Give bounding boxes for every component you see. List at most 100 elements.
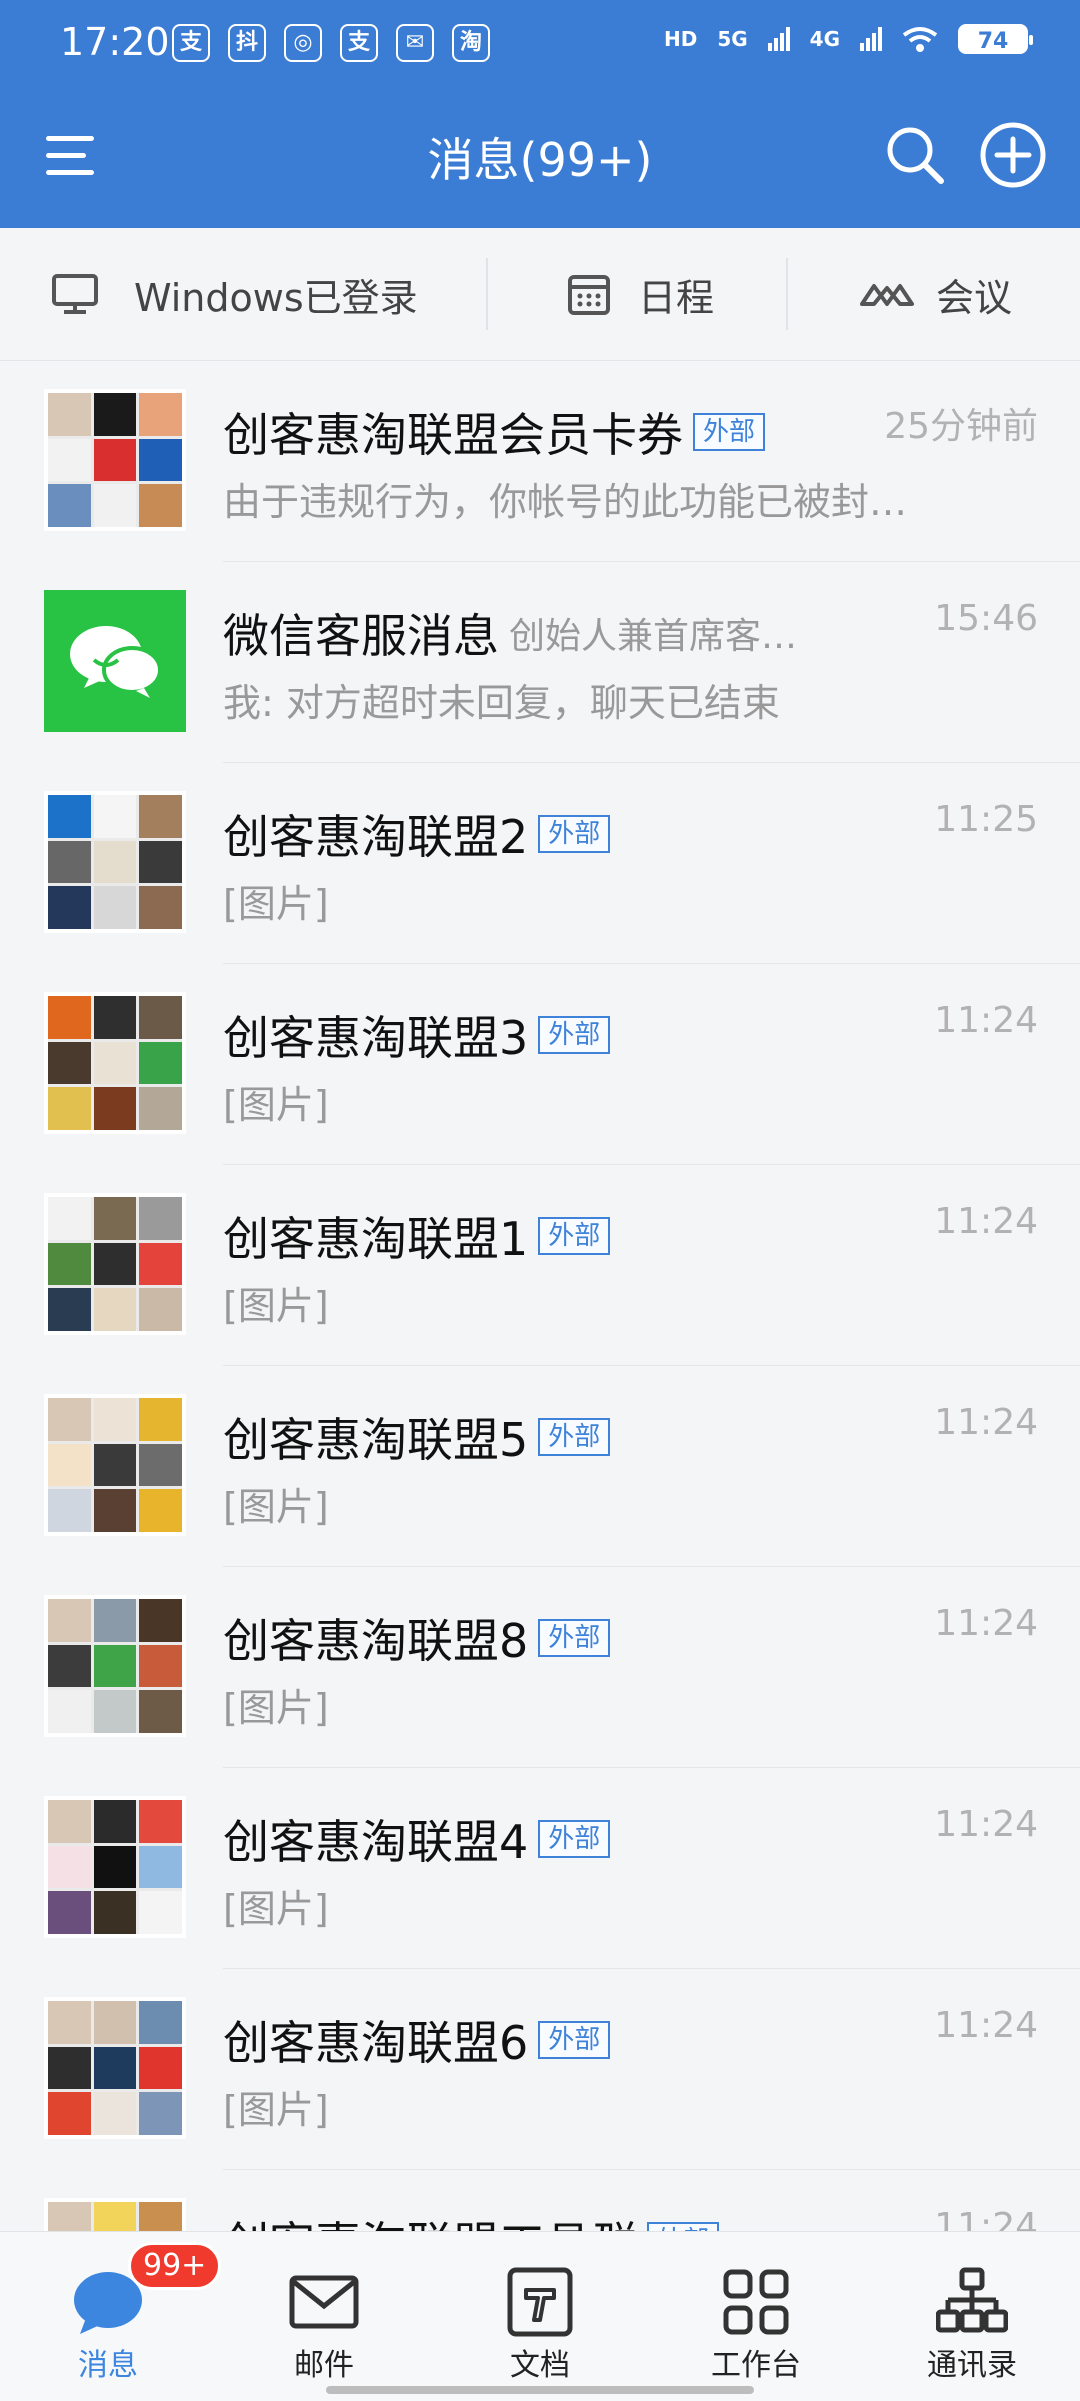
list-item[interactable]: 创客惠淘联盟4 外部 11:24 [图片] [0,1768,1080,1969]
camera-app-icon: ◎ [284,24,322,62]
monitor-icon [52,274,98,314]
message-title-row: 创客惠淘联盟5 外部 [223,1404,1003,1470]
group-avatar [44,1595,186,1737]
nav-label: 通讯录 [927,2348,1017,2383]
meeting-button[interactable]: 会议 [858,254,1012,334]
bottom-nav: 99+ 消息 邮件 文档 工作台 通讯录 [0,2231,1080,2401]
conversation-title: 创客惠淘联盟5 [223,1413,529,1467]
message-preview: [图片] [223,1284,329,1328]
quick-actions-bar: Windows已登录 日程 会议 [0,228,1080,361]
external-tag: 外部 [538,1619,611,1657]
message-time: 11:24 [934,1000,1038,1041]
group-avatar [44,389,186,531]
message-title-row: 创客惠淘联盟1 外部 [223,1203,1003,1269]
list-item[interactable]: 创客惠淘联盟3 外部 11:24 [图片] [0,964,1080,1165]
message-title-row: 创客惠淘联盟3 外部 [223,1002,1003,1068]
divider [486,258,488,330]
add-icon[interactable] [974,116,1052,194]
message-title-row: 微信客服消息 创始人兼首席客… [223,600,1003,666]
signal-icon [767,27,790,51]
external-tag: 外部 [538,1217,611,1255]
nav-label: 文档 [510,2348,570,2383]
list-item[interactable]: 创客惠淘联盟5 外部 11:24 [图片] [0,1366,1080,1567]
message-time: 15:46 [934,598,1038,639]
wechat-avatar [44,590,186,732]
message-preview: [图片] [223,1887,329,1931]
external-tag: 外部 [538,1418,611,1456]
schedule-button[interactable]: 日程 [566,254,714,334]
group-avatar [44,2198,186,2231]
message-title-row: 创客惠淘联盟2 外部 [223,801,1003,867]
grid-icon [723,2269,789,2335]
message-time: 11:24 [934,2206,1038,2231]
group-avatar [44,992,186,1134]
mail-icon [289,2275,359,2329]
hd-indicator: HD [663,27,698,51]
message-list: 创客惠淘联盟会员卡券 外部 25分钟前 由于违规行为，你帐号的此功能已被封… 微… [0,361,1080,2231]
alipay-icon: 支 [172,24,210,62]
message-preview: [图片] [223,882,329,926]
message-time: 11:24 [934,1201,1038,1242]
group-avatar [44,1193,186,1335]
message-time: 11:24 [934,1402,1038,1443]
wechat-icon [70,626,162,698]
tab-workbench[interactable]: 工作台 [648,2232,864,2401]
message-time: 11:24 [934,1804,1038,1845]
nav-label: 消息 [78,2348,138,2383]
external-tag: 外部 [538,1016,611,1054]
windows-login-button[interactable]: Windows已登录 [50,254,418,334]
org-chart-icon [936,2267,1008,2333]
taobao-icon: 淘 [452,24,490,62]
status-app-icons: 支 抖 ◎ 支 ✉ 淘 [172,24,490,62]
windows-login-label: Windows已登录 [134,275,418,320]
search-icon[interactable] [876,116,954,194]
battery-indicator: 74 [958,24,1033,54]
conversation-title: 创客惠淘联盟6 [223,2016,529,2070]
tab-mail[interactable]: 邮件 [216,2232,432,2401]
4g-indicator: 4G [809,27,840,51]
group-avatar [44,791,186,933]
message-preview: [图片] [223,1686,329,1730]
message-preview: [图片] [223,1485,329,1529]
message-title-row: 创客惠淘联盟工具群 外部 [223,2208,1003,2231]
message-preview: 我: 对方超时未回复，聊天已结束 [223,681,780,725]
external-tag: 外部 [538,815,611,853]
conversation-title: 创客惠淘联盟4 [223,1815,529,1869]
status-indicators: HD 5G 4G 74 [663,24,1033,54]
calendar-icon [568,275,610,315]
list-item[interactable]: 创客惠淘联盟6 外部 11:24 [图片] [0,1969,1080,2170]
meeting-label: 会议 [936,275,1013,320]
external-tag: 外部 [538,2021,611,2059]
tab-docs[interactable]: 文档 [432,2232,648,2401]
external-tag: 外部 [647,2222,720,2231]
message-preview: [图片] [223,1083,329,1127]
signal-icon [860,27,882,51]
message-title-row: 创客惠淘联盟6 外部 [223,2007,1003,2073]
meeting-icon [860,284,914,306]
nav-label: 工作台 [711,2348,801,2383]
home-indicator[interactable] [326,2386,754,2394]
external-tag: 外部 [538,1820,611,1858]
list-item[interactable]: 创客惠淘联盟工具群 外部 11:24 [0,2170,1080,2231]
group-avatar [44,1997,186,2139]
conversation-title: 创客惠淘联盟2 [223,810,529,864]
app-header: 消息(99+) [0,86,1080,228]
divider [786,258,788,330]
list-item[interactable]: 微信客服消息 创始人兼首席客… 15:46 我: 对方超时未回复，聊天已结束 [0,562,1080,763]
tab-messages[interactable]: 99+ 消息 [0,2232,222,2401]
conversation-title: 创客惠淘联盟会员卡券 [223,408,683,462]
list-item[interactable]: 创客惠淘联盟会员卡券 外部 25分钟前 由于违规行为，你帐号的此功能已被封… [0,361,1080,562]
list-item[interactable]: 创客惠淘联盟8 外部 11:24 [图片] [0,1567,1080,1768]
conversation-subtitle: 创始人兼首席客… [509,616,798,657]
alipay-icon: 支 [340,24,378,62]
conversation-title: 创客惠淘联盟8 [223,1614,529,1668]
list-item[interactable]: 创客惠淘联盟2 外部 11:25 [图片] [0,763,1080,964]
message-title-row: 创客惠淘联盟8 外部 [223,1605,1003,1671]
message-time: 11:24 [934,1603,1038,1644]
conversation-title: 创客惠淘联盟1 [223,1212,529,1266]
conversation-title: 创客惠淘联盟工具群 [223,2208,637,2231]
list-item[interactable]: 创客惠淘联盟1 外部 11:24 [图片] [0,1165,1080,1366]
schedule-label: 日程 [638,275,715,320]
tab-contacts[interactable]: 通讯录 [864,2232,1080,2401]
5g-indicator: 5G [717,27,748,51]
